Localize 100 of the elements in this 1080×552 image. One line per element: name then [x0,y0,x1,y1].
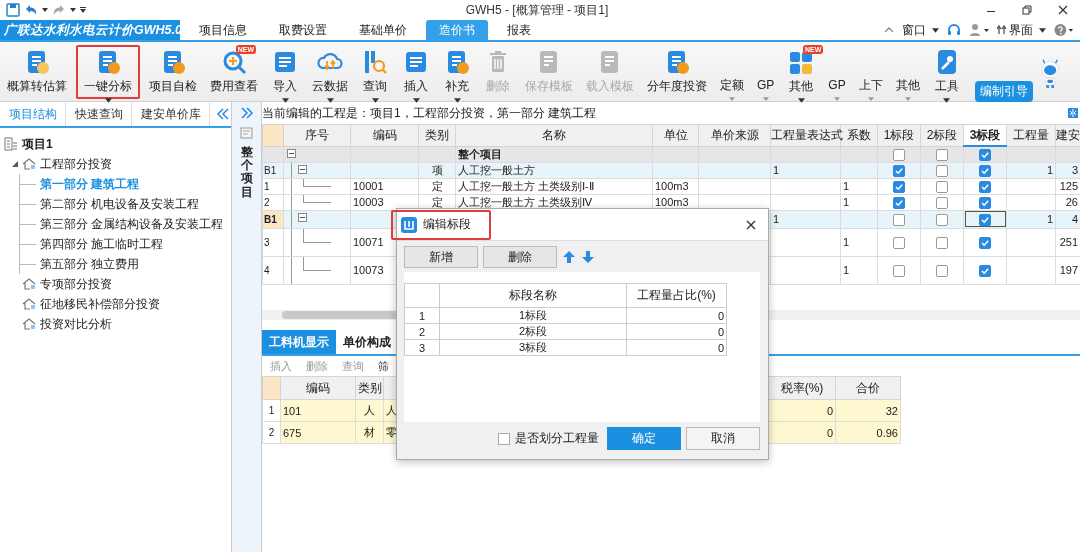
ribbon-button[interactable]: 插入 [398,45,434,99]
caret-icon[interactable] [42,7,48,13]
ribbon-button[interactable]: 概算转估算 [3,45,71,99]
column-header[interactable]: 3标段 [963,124,1007,146]
checkbox[interactable] [936,196,948,209]
checkbox[interactable] [979,180,991,193]
checkbox[interactable] [936,148,948,161]
checkbox[interactable] [893,213,905,226]
customize-icon[interactable] [80,7,86,13]
menu-tab[interactable]: 基础单价 [346,20,420,40]
checkbox[interactable] [979,196,991,209]
panel-tab[interactable]: 快速查询 [66,102,132,126]
chevron-up-icon[interactable] [884,25,894,35]
expand-icon[interactable] [12,161,18,167]
panel-tab[interactable]: 单价构成 [336,330,398,354]
save-icon[interactable] [6,3,20,17]
tree-item[interactable]: 投资对比分析 [40,315,112,333]
checkbox[interactable] [893,264,905,277]
ribbon-button[interactable]: 项目自检 [145,45,201,99]
menu-tab[interactable]: 项目信息 [186,20,260,40]
window-menu[interactable]: 窗口 [902,21,939,39]
column-header[interactable]: 单位 [652,124,699,146]
column-header[interactable]: 2标段 [920,124,964,146]
ribbon-button[interactable]: 分年度投资 [643,45,711,99]
arrow-up-icon[interactable] [562,250,576,264]
table-cell[interactable]: 1标段 [439,307,627,324]
user-icon[interactable] [969,23,989,37]
help-icon[interactable] [1054,23,1074,37]
table-cell[interactable]: 2标段 [439,323,627,340]
panel-tab[interactable]: 项目结构 [0,102,66,126]
checkbox[interactable] [893,164,905,177]
dialog-button[interactable]: 删除 [483,246,557,268]
checkbox[interactable] [979,236,991,249]
checkbox[interactable] [936,236,948,249]
column-header[interactable]: 建安 [1055,124,1080,146]
checkbox[interactable] [936,164,948,177]
table-cell[interactable]: 3标段 [439,339,627,356]
tree-item[interactable]: 第二部分 机电设备及安装工程 [40,195,200,213]
column-header[interactable]: 编码 [350,124,419,146]
collapse-icon[interactable] [298,212,307,222]
tree-item[interactable]: 专项部分投资 [40,275,112,293]
cancel-button[interactable]: 取消 [686,427,760,450]
menu-tab[interactable]: 报表 [494,20,544,40]
split-icon[interactable] [1068,108,1078,118]
panel-tab[interactable]: 建安单价库 [132,102,210,126]
checkbox[interactable] [893,196,905,209]
checkbox[interactable] [979,264,991,277]
collapse-icon[interactable] [216,107,230,121]
ribbon-button[interactable]: 工具 [928,45,965,99]
column-header[interactable]: 1标段 [877,124,921,146]
menu-tab[interactable]: 取费设置 [266,20,340,40]
caret-icon[interactable] [70,7,76,13]
tree-item[interactable]: 第一部分 建筑工程 [40,175,140,193]
tree-item[interactable]: 第四部分 施工临时工程 [40,235,164,253]
dialog-button[interactable]: 新增 [404,246,478,268]
table-cell[interactable]: 0 [626,339,727,356]
toolbar-button[interactable]: 筛 [378,358,389,374]
column-header[interactable]: 编码 [280,376,356,400]
ribbon-button[interactable]: 云数据 [308,45,352,99]
ribbon-button[interactable]: GP [753,45,779,99]
column-header[interactable]: 合价 [835,376,901,400]
arrow-down-icon[interactable] [581,250,595,264]
tree-item[interactable]: 征地移民补偿部分投资 [40,295,160,313]
ribbon-button[interactable]: 其他 [891,45,924,99]
column-header[interactable]: 类别 [418,124,456,146]
table-cell[interactable]: 0 [626,323,727,340]
checkbox[interactable] [979,213,991,226]
checkbox[interactable] [893,148,905,161]
column-header[interactable]: 类别 [355,376,384,400]
ribbon-button[interactable]: 补充 [439,45,475,99]
checkbox-label[interactable]: 是否划分工程量 [515,430,599,447]
checkbox[interactable] [498,432,510,445]
checkbox[interactable] [936,180,948,193]
undo-icon[interactable] [24,3,38,17]
ribbon-button[interactable]: 查询 [357,45,393,99]
column-header[interactable]: 单价来源 [698,124,771,146]
ribbon-button[interactable]: 定额 [716,45,748,99]
headset-icon[interactable] [947,23,961,37]
checkbox[interactable] [936,264,948,277]
tree-item[interactable]: 第五部分 独立费用 [40,255,140,273]
tree-item[interactable]: 工程部分投资 [40,155,112,173]
interface-menu[interactable]: 界面 [997,21,1046,39]
restore-icon[interactable] [1022,5,1032,15]
checkbox[interactable] [893,236,905,249]
checkbox[interactable] [979,148,991,161]
column-header[interactable]: 序号 [283,124,351,146]
ribbon-button[interactable]: 导入 [267,45,303,99]
column-header[interactable]: 工程量表达式 [770,124,841,146]
tree-item[interactable]: 第三部分 金属结构设备及安装工程 [40,215,224,233]
column-header[interactable]: 税率(%) [768,376,836,400]
close-icon[interactable] [1058,5,1068,15]
close-icon[interactable] [746,219,756,230]
tree-item[interactable]: 项目1 [4,134,227,154]
checkbox[interactable] [979,164,991,177]
table-cell[interactable]: 0 [626,307,727,324]
checkbox[interactable] [893,180,905,193]
column-header[interactable]: 工程量 [1006,124,1056,146]
column-header[interactable]: 名称 [455,124,653,146]
expand-icon[interactable] [239,106,254,120]
checkbox[interactable] [936,213,948,226]
